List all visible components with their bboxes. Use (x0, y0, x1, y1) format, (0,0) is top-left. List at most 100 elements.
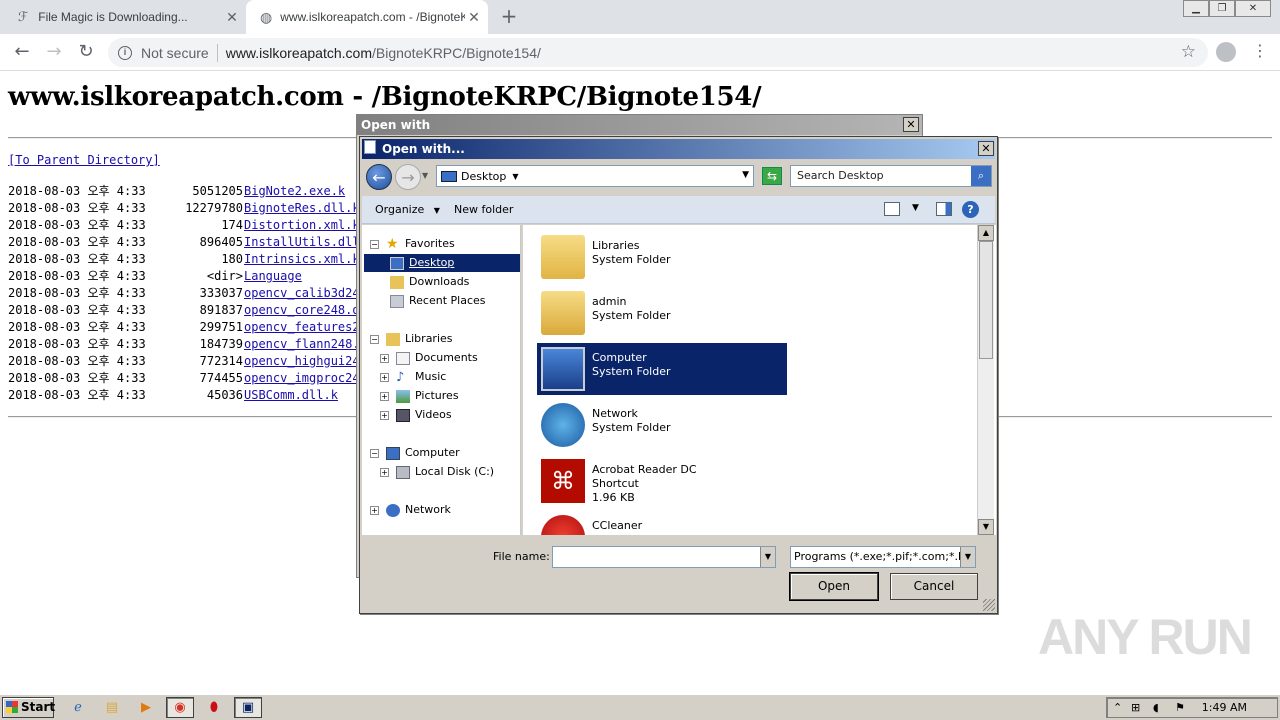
nav-libraries[interactable]: − Libraries (370, 330, 453, 348)
nav-recent-places[interactable]: Recent Places (390, 292, 486, 310)
ie-icon[interactable]: ℯ (64, 697, 92, 718)
address-text[interactable]: Desktop (461, 170, 506, 183)
listing-file-link[interactable]: opencv_calib3d24 (244, 285, 356, 302)
file-name-field[interactable]: ▼ (552, 546, 776, 568)
file-item-computer[interactable]: Computer System Folder (537, 343, 787, 395)
listing-file-link[interactable]: InstallUtils.dll (244, 234, 356, 251)
chevron-down-icon[interactable]: ▼ (912, 203, 919, 213)
vertical-scrollbar[interactable]: ▲ ▼ (977, 225, 994, 535)
nav-network[interactable]: + Network (370, 501, 451, 519)
nav-pictures[interactable]: + Pictures (380, 387, 459, 405)
chevron-down-icon[interactable]: ▼ (760, 547, 775, 567)
start-button[interactable]: Start (2, 697, 55, 718)
volume-icon[interactable]: ◖ (1153, 698, 1159, 717)
listing-file-link[interactable]: Distortion.xml.k (244, 217, 356, 234)
minimize-button[interactable]: ▁ (1183, 0, 1209, 17)
expand-icon[interactable]: + (380, 391, 389, 401)
menu-icon[interactable]: ⋮ (1252, 41, 1268, 60)
close-window-button[interactable]: ✕ (1235, 0, 1271, 17)
new-folder-button[interactable]: New folder (454, 203, 513, 216)
listing-file-link[interactable]: opencv_imgproc24 (244, 370, 356, 387)
resize-grip-icon[interactable] (983, 599, 995, 611)
scroll-up-icon[interactable]: ▲ (978, 225, 994, 241)
close-icon[interactable]: ✕ (978, 141, 994, 156)
listing-file-link[interactable]: opencv_highgui24 (244, 353, 356, 370)
file-item-ccleaner[interactable]: CCleaner Shortcut (537, 511, 787, 535)
parent-directory-link[interactable]: [To Parent Directory] (8, 153, 160, 167)
address-bar[interactable]: i Not secure www.islkoreapatch.com/Bigno… (108, 38, 1208, 67)
nav-local-disk[interactable]: + Local Disk (C:) (380, 463, 494, 481)
back-arrow-icon[interactable]: ← (366, 164, 392, 190)
tab-islkoreapatch[interactable]: ◍ www.islkoreapatch.com - /BignoteKRP ✕ (246, 0, 488, 34)
file-item-libraries[interactable]: Libraries System Folder (537, 231, 787, 283)
new-tab-button[interactable]: + (498, 5, 520, 27)
expand-icon[interactable]: + (380, 410, 389, 420)
nav-music[interactable]: + ♪ Music (380, 368, 446, 386)
listing-file-link[interactable]: BigNote2.exe.k (244, 183, 356, 200)
nav-favorites[interactable]: − ★ Favorites (370, 235, 455, 253)
chevron-down-icon[interactable]: ▼ (512, 172, 518, 181)
chevron-down-icon[interactable]: ▼ (960, 547, 975, 567)
tab-strip: ℱ File Magic is Downloading... ✕ ◍ www.i… (0, 0, 1280, 34)
listing-file-link[interactable]: Intrinsics.xml.k (244, 251, 356, 268)
search-input[interactable]: Search Desktop ⌕ (790, 165, 992, 187)
nav-videos[interactable]: + Videos (380, 406, 452, 424)
nav-desktop[interactable]: Desktop (364, 254, 520, 272)
listing-file-link[interactable]: opencv_features2 (244, 319, 356, 336)
scroll-down-icon[interactable]: ▼ (978, 519, 994, 535)
listing-file-link[interactable]: Language (244, 268, 356, 285)
flag-icon[interactable]: ⚑ (1175, 698, 1185, 717)
listing-file-link[interactable]: USBComm.dll.k (244, 387, 356, 404)
collapse-icon[interactable]: − (370, 239, 379, 249)
nav-computer[interactable]: − Computer (370, 444, 460, 462)
file-item-acrobat[interactable]: ⌘ Acrobat Reader DC Shortcut 1.96 KB (537, 455, 787, 507)
listing-file-link[interactable]: opencv_flann248. (244, 336, 356, 353)
scroll-thumb[interactable] (979, 241, 993, 359)
forward-button[interactable]: → (42, 40, 66, 64)
maximize-button[interactable]: ❐ (1209, 0, 1235, 17)
listing-file-link[interactable]: BignoteRes.dll.k (244, 200, 356, 217)
info-icon[interactable]: i (118, 45, 132, 60)
chevron-down-icon[interactable]: ▼ (742, 170, 749, 180)
expand-icon[interactable]: + (380, 353, 389, 363)
close-icon[interactable]: ✕ (903, 117, 919, 132)
reload-button[interactable]: ↻ (74, 40, 98, 64)
nav-documents[interactable]: + Documents (380, 349, 478, 367)
views-icon[interactable] (884, 202, 900, 216)
collapse-icon[interactable]: − (370, 448, 379, 458)
back-button[interactable]: ← (10, 40, 34, 64)
tab-file-magic[interactable]: ℱ File Magic is Downloading... ✕ (0, 0, 246, 34)
refresh-icon[interactable]: ⇆ (762, 167, 782, 185)
chrome-icon[interactable]: ◉ (166, 697, 194, 718)
expand-icon[interactable]: + (380, 372, 389, 382)
listing-file-link[interactable]: opencv_core248.d (244, 302, 356, 319)
page-title: www.islkoreapatch.com - /BignoteKRPC/Big… (8, 82, 762, 112)
expand-icon[interactable]: + (380, 467, 389, 477)
chevron-down-icon[interactable]: ▼ (422, 171, 428, 180)
help-icon[interactable]: ? (962, 201, 979, 218)
close-tab-icon[interactable]: ✕ (224, 9, 240, 25)
network-tray-icon[interactable]: ⊞ (1131, 698, 1140, 717)
organize-button[interactable]: Organize ▼ (375, 203, 440, 216)
file-item-admin[interactable]: admin System Folder (537, 287, 787, 339)
file-item-network[interactable]: Network System Folder (537, 399, 787, 451)
search-icon[interactable]: ⌕ (971, 166, 991, 186)
forward-arrow-icon[interactable]: → (395, 164, 421, 190)
file-type-select[interactable]: Programs (*.exe;*.pif;*.com;*.ba ▼ (790, 546, 976, 568)
nav-downloads[interactable]: Downloads (390, 273, 469, 291)
cancel-button[interactable]: Cancel (890, 573, 978, 600)
explorer-folder-icon[interactable]: ▤ (98, 697, 126, 718)
open-button[interactable]: Open (789, 572, 879, 601)
network-icon (541, 403, 585, 447)
open-with-task-icon[interactable]: ▣ (234, 697, 262, 718)
star-icon[interactable]: ☆ (1181, 42, 1196, 62)
opera-icon[interactable]: ⬮ (200, 697, 228, 718)
preview-pane-icon[interactable] (936, 202, 952, 216)
address-breadcrumb[interactable]: Desktop ▼ ▼ (436, 165, 754, 187)
tray-expand-icon[interactable]: ⌃ (1113, 698, 1122, 717)
expand-icon[interactable]: + (370, 505, 379, 515)
profile-avatar[interactable] (1216, 42, 1236, 62)
close-tab-icon[interactable]: ✕ (466, 9, 482, 25)
media-player-icon[interactable]: ▶ (132, 697, 160, 718)
collapse-icon[interactable]: − (370, 334, 379, 344)
